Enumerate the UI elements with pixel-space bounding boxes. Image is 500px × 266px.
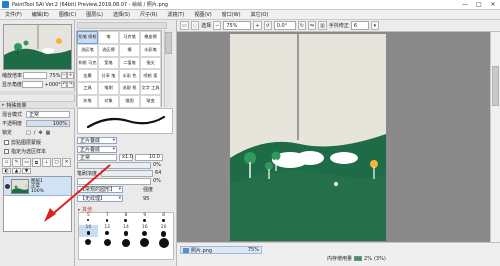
canvas-illustration bbox=[230, 34, 386, 241]
flip-icon[interactable]: ⇋ bbox=[307, 21, 317, 30]
document-filename: 照片.png bbox=[191, 247, 213, 254]
memory-usage: 内存使用量 2% (3%) bbox=[327, 255, 386, 263]
memory-label: 内存使用量 bbox=[327, 256, 353, 262]
status-bar: 照片.png 75% 内存使用量 2% (3%) bbox=[177, 242, 500, 266]
canvas-toolbar: ▭ ◌ 选择 − 75% + ↺ 0.0° ↻ ⇋ ▥ 手抖修正 6 ▾ bbox=[177, 20, 500, 32]
stabilizer-field[interactable]: 6 bbox=[350, 21, 369, 30]
zoom-out-icon[interactable]: − bbox=[213, 21, 222, 30]
document-tab[interactable]: 照片.png 75% bbox=[180, 246, 262, 254]
zoom-in-icon[interactable]: + bbox=[253, 21, 262, 30]
zoom-field[interactable]: 75% bbox=[223, 21, 252, 30]
document-icon bbox=[183, 247, 189, 253]
angle-field[interactable]: 0.0° bbox=[273, 21, 296, 30]
canvas-scroll-thumb[interactable] bbox=[492, 66, 499, 106]
canvas[interactable] bbox=[230, 34, 386, 241]
document-zoom: 75% bbox=[247, 247, 259, 253]
rotate-ccw-icon[interactable]: ↺ bbox=[263, 21, 272, 30]
ruler-icon[interactable]: ▥ bbox=[318, 21, 327, 30]
memory-value-2: (3%) bbox=[373, 255, 386, 262]
memory-value: 2% bbox=[364, 255, 372, 262]
select-all-button[interactable]: ▭ bbox=[180, 21, 189, 30]
stabilizer-label: 手抖修正 bbox=[328, 23, 349, 29]
rotate-cw-icon[interactable]: ↻ bbox=[297, 21, 306, 30]
memory-bar bbox=[354, 256, 363, 261]
selection-label: 选择 bbox=[201, 23, 212, 29]
stabilizer-dropdown-icon[interactable]: ▾ bbox=[370, 21, 379, 30]
deselect-button[interactable]: ◌ bbox=[190, 21, 200, 30]
canvas-vertical-scrollbar[interactable] bbox=[490, 32, 500, 242]
